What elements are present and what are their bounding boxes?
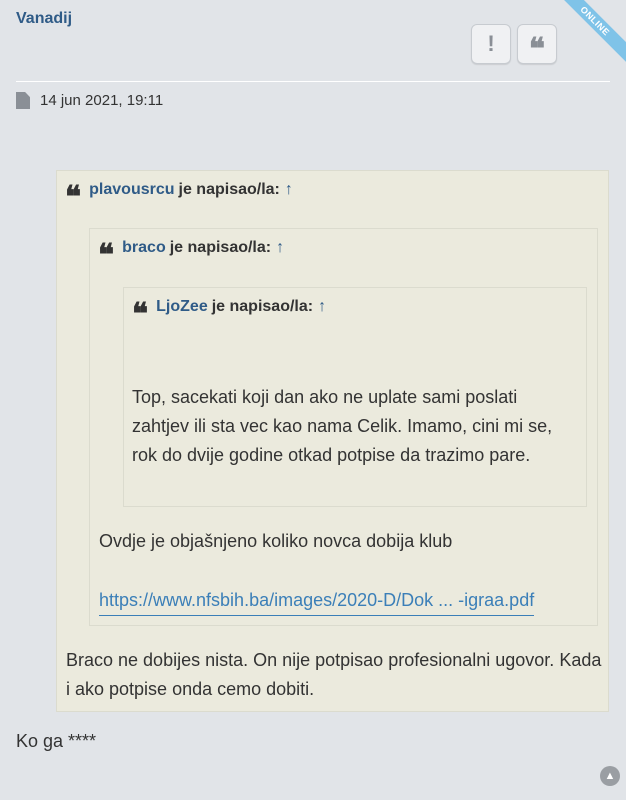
quote-button[interactable]: ❝ [517, 24, 557, 67]
quote-outer-wrote: je napisao/la: [178, 181, 280, 198]
quote-inner-user[interactable]: LjoZee [156, 298, 208, 316]
quote-middle-wrote: je napisao/la: [169, 239, 272, 256]
post-date-text: 14 jun 2021, 19:11 [40, 92, 164, 109]
post-body-text: Ko ga **** [16, 731, 97, 751]
quote-middle-link[interactable]: https://www.nfsbih.ba/images/2020-D/Dok … [99, 586, 535, 616]
exclamation-icon: ! [487, 31, 495, 56]
quote-middle-user[interactable]: braco [122, 239, 166, 257]
online-ribbon: ONLINE [546, 0, 626, 80]
quote-middle-text: Ovdje je objašnjeno koliko novca dobija … [99, 531, 453, 551]
post-date: 14 jun 2021, 19:11 [16, 92, 163, 109]
quote-middle-cite: ❝ braco je napisao/la: ↑ [98, 238, 284, 273]
quote-outer: ❝ plavousrcu je napisao/la: ↑ ❝ braco je… [56, 170, 609, 712]
quote-outer-user[interactable]: plavousrcu [89, 181, 174, 199]
report-button[interactable]: ! [471, 24, 511, 64]
quote-middle-jump-icon[interactable]: ↑ [276, 239, 284, 257]
quote-inner-text: Top, sacekati koji dan ako ne uplate sam… [132, 387, 553, 465]
online-status-label: ONLINE [546, 0, 626, 72]
quote-mark-icon: ❝ [132, 297, 149, 332]
quote-inner-cite: ❝ LjoZee je napisao/la: ↑ [132, 297, 326, 332]
post-author[interactable]: Vanadij [16, 10, 72, 28]
quote-inner: ❝ LjoZee je napisao/la: ↑ Top, sacekati … [123, 287, 587, 507]
quote-inner-wrote: je napisao/la: [211, 298, 314, 315]
quote-outer-text: Braco ne dobijes nista. On nije potpisao… [66, 650, 602, 699]
quote-icon: ❝ [528, 31, 546, 67]
back-to-top-button[interactable]: ▲ [600, 766, 620, 786]
post-divider [16, 81, 610, 82]
quote-outer-cite: ❝ plavousrcu je napisao/la: ↑ [65, 180, 293, 215]
quote-inner-jump-icon[interactable]: ↑ [318, 298, 326, 316]
quote-outer-jump-icon[interactable]: ↑ [285, 181, 293, 199]
document-icon [16, 92, 30, 109]
quote-middle: ❝ braco je napisao/la: ↑ ❝ LjoZee je nap… [89, 228, 598, 626]
quote-mark-icon: ❝ [98, 238, 115, 273]
quote-mark-icon: ❝ [65, 180, 82, 215]
chevron-up-icon: ▲ [604, 770, 616, 782]
